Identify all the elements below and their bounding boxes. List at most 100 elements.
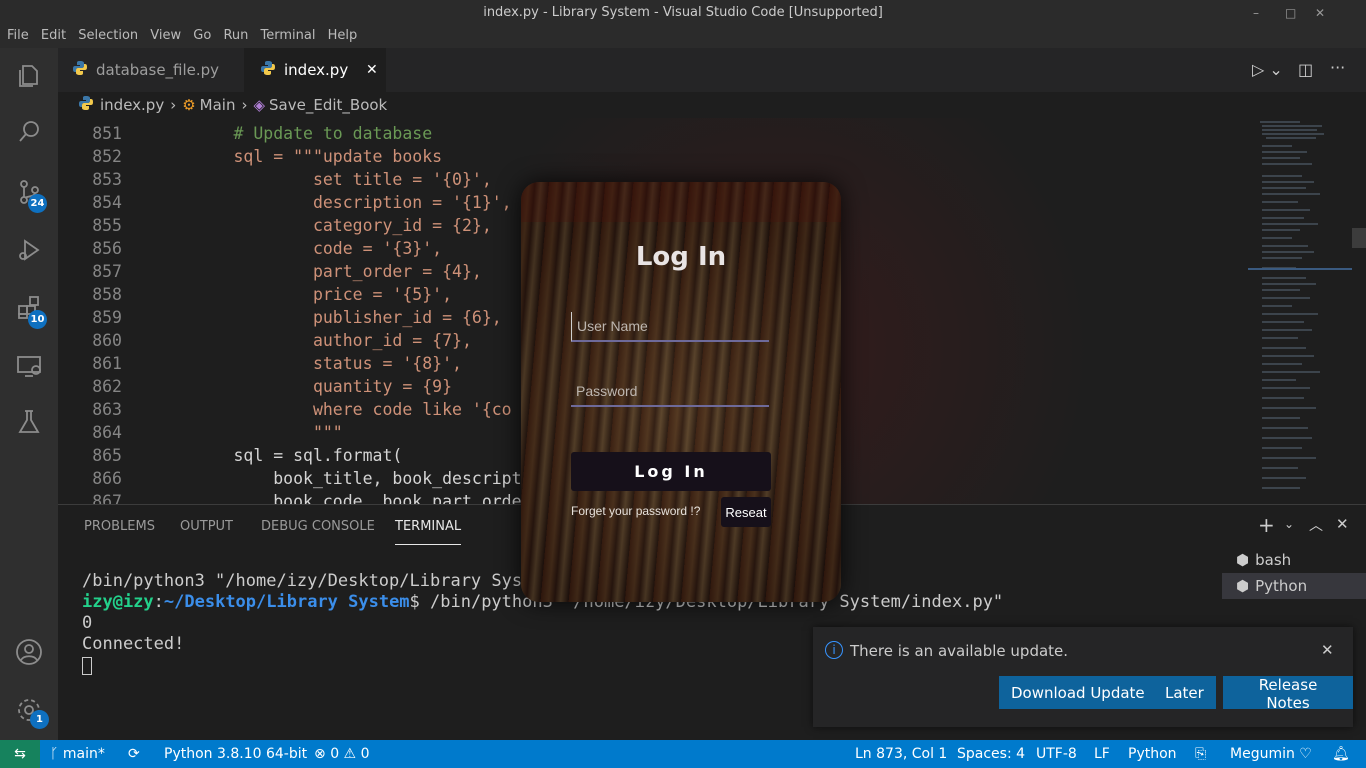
method-icon: ◈: [253, 96, 266, 114]
extensions-badge: 10: [28, 310, 47, 329]
language-mode[interactable]: Python: [1128, 740, 1177, 768]
more-actions-icon[interactable]: ···: [1330, 58, 1345, 77]
menu-file[interactable]: File: [0, 26, 29, 43]
minimap[interactable]: [1248, 118, 1366, 504]
cursor-position[interactable]: Ln 873, Col 1: [855, 740, 947, 768]
minimize-icon[interactable]: –: [1253, 0, 1259, 26]
release-notes-button[interactable]: Release Notes: [1223, 676, 1353, 712]
terminal-icon: ⬢: [1236, 577, 1250, 595]
title-bar: index.py - Library System - Visual Studi…: [0, 0, 1366, 26]
terminal-icon: ⬢: [1236, 551, 1250, 569]
notification-message: There is an available update.: [850, 642, 1069, 660]
info-icon: i: [825, 641, 843, 659]
terminal-list: ⬢ bash ⬢ Python: [1222, 547, 1366, 599]
python-interpreter[interactable]: Python 3.8.10 64-bit: [164, 740, 307, 768]
activity-bar: 24 10 1: [0, 48, 58, 740]
menu-edit[interactable]: Edit: [34, 26, 66, 43]
remote-indicator-icon[interactable]: ⇆: [0, 740, 40, 768]
window-title: index.py - Library System - Visual Studi…: [483, 5, 883, 20]
close-window-icon[interactable]: ✕: [1315, 0, 1325, 26]
code-line: 852 sql = """update books: [92, 147, 443, 166]
account-icon[interactable]: [0, 628, 58, 676]
login-button[interactable]: Log In: [571, 452, 771, 491]
close-panel-icon[interactable]: ✕: [1336, 515, 1349, 533]
login-title: Log In: [635, 242, 727, 272]
source-control-badge: 24: [28, 194, 47, 213]
menu-run[interactable]: Run: [216, 26, 248, 43]
source-control-icon[interactable]: 24: [0, 168, 58, 216]
sync-icon[interactable]: ⟳: [128, 740, 140, 768]
menu-bar: File Edit Selection View Go Run Terminal…: [0, 26, 1366, 48]
menu-selection[interactable]: Selection: [71, 26, 138, 43]
terminal-line: /bin/python3 "/home/izy/Desktop/Library …: [82, 571, 533, 591]
python-file-icon: [260, 60, 276, 80]
status-bar: ⇆ ᚴ main* ⟳ Python 3.8.10 64-bit ⊗ 0 ⚠ 0…: [0, 740, 1366, 768]
breadcrumb-file[interactable]: index.py: [100, 96, 164, 114]
close-tab-icon[interactable]: ✕: [366, 62, 378, 78]
breadcrumb: index.py › ⚙ Main › ◈ Save_Edit_Book: [58, 92, 1366, 118]
tab-terminal[interactable]: TERMINAL: [395, 519, 462, 545]
problems-status[interactable]: ⊗ 0 ⚠ 0: [314, 740, 369, 768]
maximize-panel-icon[interactable]: ︿: [1309, 515, 1323, 535]
tab-label: index.py: [284, 61, 349, 79]
remote-explorer-icon[interactable]: [0, 342, 58, 390]
username-input[interactable]: [571, 312, 769, 342]
password-input[interactable]: [571, 377, 769, 407]
chevron-right-icon: ›: [170, 96, 177, 114]
tab-problems[interactable]: PROBLEMS: [84, 519, 155, 534]
python-file-icon: [78, 95, 94, 115]
menu-help[interactable]: Help: [321, 26, 358, 43]
menu-go[interactable]: Go: [186, 26, 211, 43]
maximize-icon[interactable]: □: [1285, 0, 1296, 26]
indentation[interactable]: Spaces: 4: [957, 740, 1025, 768]
tab-database-file[interactable]: database_file.py: [72, 48, 219, 92]
split-editor-icon[interactable]: ◫: [1298, 60, 1313, 79]
dialog-titlebar: [521, 182, 841, 222]
download-update-button[interactable]: Download Update: [999, 676, 1157, 709]
tab-debug-console[interactable]: DEBUG CONSOLE: [261, 519, 375, 534]
python-file-icon: [72, 60, 88, 80]
account-status[interactable]: Megumin ♡: [1230, 740, 1312, 768]
settings-gear-icon[interactable]: 1: [0, 686, 58, 734]
editor-tabs: database_file.py index.py ✕ ▷ ⌄ ◫ ···: [58, 48, 1366, 92]
live-share-icon[interactable]: ⎘: [1195, 740, 1206, 768]
end-of-line[interactable]: LF: [1094, 740, 1110, 768]
terminal-cursor: [82, 657, 92, 675]
terminal-line: Connected!: [82, 634, 185, 654]
encoding[interactable]: UTF-8: [1036, 740, 1077, 768]
breadcrumb-class[interactable]: Main: [200, 96, 236, 114]
testing-icon[interactable]: [0, 398, 58, 446]
git-branch[interactable]: ᚴ main*: [50, 740, 105, 768]
close-notification-icon[interactable]: ✕: [1321, 641, 1334, 659]
terminal-line: 0: [82, 613, 93, 633]
reset-button[interactable]: Reseat: [721, 497, 771, 527]
run-debug-icon[interactable]: [0, 226, 58, 274]
warning-icon: ⚠: [339, 746, 361, 762]
tab-output[interactable]: OUTPUT: [180, 519, 233, 534]
notifications-bell-icon[interactable]: 🔔︎: [1332, 740, 1350, 768]
git-branch-icon: ᚴ: [50, 746, 63, 762]
extensions-icon[interactable]: 10: [0, 284, 58, 332]
terminal-item-bash[interactable]: ⬢ bash: [1222, 547, 1366, 573]
tab-label: database_file.py: [96, 61, 220, 79]
error-icon: ⊗: [314, 746, 331, 762]
explorer-icon[interactable]: [0, 52, 58, 100]
chevron-right-icon: ›: [241, 96, 248, 114]
menu-view[interactable]: View: [143, 26, 181, 43]
code-line: 851 # Update to database: [92, 124, 433, 143]
menu-terminal[interactable]: Terminal: [254, 26, 316, 43]
chevron-down-icon[interactable]: ⌄: [1284, 517, 1294, 531]
settings-badge: 1: [30, 710, 49, 729]
new-terminal-icon[interactable]: +: [1258, 513, 1275, 537]
tab-index[interactable]: index.py ✕: [244, 48, 386, 92]
background-image-shade: [521, 222, 841, 602]
login-dialog: Log In Log In Forget your password !? Re…: [521, 182, 841, 602]
forget-password-link[interactable]: Forget your password !?: [571, 504, 700, 518]
search-icon[interactable]: [0, 108, 58, 156]
breadcrumb-method[interactable]: Save_Edit_Book: [269, 96, 387, 114]
later-button[interactable]: Later: [1153, 676, 1216, 709]
terminal-item-python[interactable]: ⬢ Python: [1222, 573, 1366, 599]
heart-icon: ♡: [1294, 746, 1312, 762]
run-file-icon[interactable]: ▷ ⌄: [1252, 60, 1283, 79]
update-notification: i There is an available update. ✕ Downlo…: [813, 627, 1353, 727]
